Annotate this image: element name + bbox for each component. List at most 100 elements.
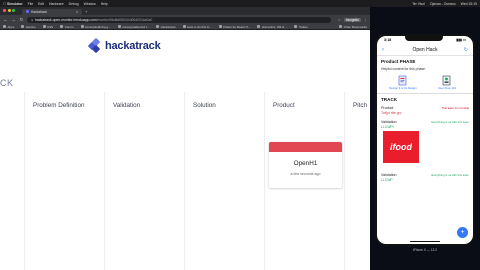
url-path: /monitor/5bd8df06044d064003aa0a0 bbox=[96, 17, 153, 22]
menu-debug[interactable]: Debug bbox=[69, 2, 79, 6]
bookmark-icon bbox=[257, 25, 261, 28]
menu-bar-status: Ter Vivo! Djavan - Oceano Wed 15:19 bbox=[407, 2, 477, 6]
bookmark-label: Other Bookmarks bbox=[343, 24, 367, 29]
bookmark-label: CSS bbox=[47, 24, 54, 29]
track-status: Everything is ok with this team bbox=[431, 119, 469, 124]
minimize-window-button[interactable] bbox=[7, 9, 11, 12]
helpful-content-label: Helpful content for this phase: bbox=[381, 67, 426, 71]
notch bbox=[404, 36, 443, 41]
back-icon[interactable]: ← bbox=[3, 17, 8, 22]
browser-window: Hackatrack × + ← → ↻ ● hackatrack-open-m… bbox=[0, 7, 370, 270]
bookmark-label: Twitter bbox=[298, 24, 308, 29]
phase-label: Problem Definition bbox=[33, 102, 85, 109]
toolbar-right: ☆ Incognito ⋮ bbox=[335, 17, 367, 22]
card-timestamp: a few seconds ago bbox=[290, 172, 321, 176]
status-clock: Wed 15:19 bbox=[460, 1, 477, 6]
page-heading: CK bbox=[0, 78, 14, 88]
bookmark-label: Hackatrack bbox=[160, 24, 176, 29]
track-row-product[interactable]: Product This team is in trouble bbox=[381, 106, 469, 110]
track-phase-label: Validation bbox=[381, 119, 397, 124]
star-icon[interactable]: ☆ bbox=[338, 18, 341, 22]
folder-icon bbox=[339, 25, 343, 28]
bookmark-label: How to do this in... bbox=[187, 24, 212, 29]
bookmark-conceptualizing[interactable]: conceptualizing g... bbox=[80, 24, 111, 29]
bookmark-conceptualsound[interactable]: conceptualsound f... bbox=[117, 24, 150, 29]
track-row-validation[interactable]: Validation Everything is ok with this te… bbox=[381, 173, 469, 177]
bookmark-how-to[interactable]: How to do this in... bbox=[182, 24, 212, 29]
bookmark-hackatrack[interactable]: Hackatrack bbox=[156, 25, 176, 29]
bookmark-twitter[interactable]: Twitter bbox=[294, 24, 308, 29]
bookmark-heroku[interactable]: Heroku bbox=[21, 25, 36, 29]
add-button[interactable]: + bbox=[457, 227, 468, 238]
tab-bar: Hackatrack × + bbox=[0, 7, 370, 15]
hackatrack-logo[interactable]: hackatrack bbox=[87, 37, 161, 54]
resource-label: Design It or Its Design bbox=[389, 86, 417, 90]
bookmark-label: conceptualizing g... bbox=[85, 24, 111, 29]
bookmark-icon bbox=[21, 25, 25, 28]
track-status: Everything is ok with this team bbox=[431, 172, 469, 177]
resource-list: Design It or Its Design User Flow 101 bbox=[381, 74, 469, 90]
ios-time: 3:18 bbox=[384, 38, 392, 42]
menu-dots-icon[interactable]: ⋮ bbox=[364, 18, 367, 22]
bookmark-css[interactable]: CSS bbox=[42, 24, 54, 29]
flow-icon bbox=[441, 74, 453, 86]
track-status: This team is in trouble bbox=[441, 105, 469, 110]
app-header: ‹ Open Hack ↻ bbox=[377, 44, 473, 56]
track-phase-label: Product bbox=[381, 105, 394, 110]
phase-column-pitch: Pitch bbox=[344, 92, 370, 270]
forward-icon[interactable]: → bbox=[11, 17, 16, 22]
menu-help[interactable]: Help bbox=[101, 2, 108, 6]
mac-menu-bar:  Simulator File Edit Hardware Debug Win… bbox=[0, 0, 480, 7]
url-host: hackatrack-open-monitor.herokuapp.com bbox=[35, 17, 97, 22]
menu-file[interactable]: File bbox=[28, 2, 33, 6]
bookmark-other[interactable]: Other Bookmarks bbox=[339, 25, 367, 29]
reload-icon[interactable]: ↻ bbox=[19, 17, 24, 23]
bookmark-label: Comm bbox=[64, 24, 74, 29]
bookmark-comm[interactable]: Comm bbox=[60, 24, 74, 29]
bookmark-icon bbox=[156, 25, 160, 28]
bookmark-apps[interactable]: Apps bbox=[3, 25, 14, 29]
track-note: Twfjpt rtte grp bbox=[381, 110, 402, 115]
address-bar[interactable]: ● hackatrack-open-monitor.herokuapp.com … bbox=[27, 16, 332, 23]
menu-edit[interactable]: Edit bbox=[38, 2, 44, 6]
bookmark-label: conceptualsound f... bbox=[122, 24, 150, 29]
ios-status-bar: 3:18 ▮▮▮ ▭ bbox=[377, 36, 473, 44]
phase-label: Pitch bbox=[353, 102, 367, 109]
divider bbox=[377, 93, 473, 94]
bookmark-icon bbox=[218, 25, 222, 28]
ios-simulator: 3:18 ▮▮▮ ▭ ‹ Open Hack ↻ Product PHASE H… bbox=[370, 7, 480, 270]
resource-user-flow[interactable]: User Flow 101 bbox=[433, 74, 461, 90]
bookmark-icon bbox=[42, 25, 46, 28]
phone-screen: 3:18 ▮▮▮ ▭ ‹ Open Hack ↻ Product PHASE H… bbox=[377, 36, 473, 244]
close-tab-icon[interactable]: × bbox=[76, 10, 78, 14]
bookmark-label: Apps bbox=[7, 24, 15, 29]
bookmark-icon bbox=[294, 25, 298, 28]
resource-label: User Flow 101 bbox=[437, 86, 457, 90]
logo-mark-icon bbox=[87, 37, 102, 54]
resource-design[interactable]: Design It or Its Design bbox=[389, 74, 417, 90]
incognito-badge[interactable]: Incognito bbox=[343, 17, 361, 22]
status-music-artist: Djavan - Oceano bbox=[430, 1, 456, 6]
phase-label: Validation bbox=[113, 102, 141, 109]
ifood-logo-image: ifood bbox=[383, 130, 419, 163]
bookmark-flutter[interactable]: Flutter for React N... bbox=[218, 25, 250, 29]
back-chevron-icon[interactable]: ‹ bbox=[382, 47, 384, 53]
menu-window[interactable]: Window bbox=[84, 2, 96, 6]
app-content: Product PHASE Helpful content for this p… bbox=[377, 56, 473, 190]
track-row-validation[interactable]: Validation Everything is ok with this te… bbox=[381, 120, 469, 124]
phase-label: Solution bbox=[193, 102, 216, 109]
bookmark-label: Humanize: Wit & ... bbox=[261, 24, 288, 29]
document-icon bbox=[397, 74, 409, 86]
close-window-button[interactable] bbox=[3, 9, 6, 12]
apps-icon bbox=[3, 25, 6, 28]
bookmark-humanize[interactable]: Humanize: Wit & ... bbox=[257, 25, 287, 29]
zoom-window-button[interactable] bbox=[12, 9, 15, 12]
new-tab-button[interactable]: + bbox=[85, 9, 87, 15]
menu-simulator[interactable]: Simulator bbox=[7, 2, 23, 6]
phase-column-problem-definition: Problem Definition bbox=[24, 92, 104, 270]
status-music-title: Ter Vivo! bbox=[412, 1, 426, 6]
refresh-icon[interactable]: ↻ bbox=[464, 47, 468, 53]
tab-hackatrack[interactable]: Hackatrack × bbox=[22, 8, 82, 15]
menu-hardware[interactable]: Hardware bbox=[49, 2, 64, 6]
team-card[interactable]: OpenH1 a few seconds ago bbox=[269, 142, 342, 188]
